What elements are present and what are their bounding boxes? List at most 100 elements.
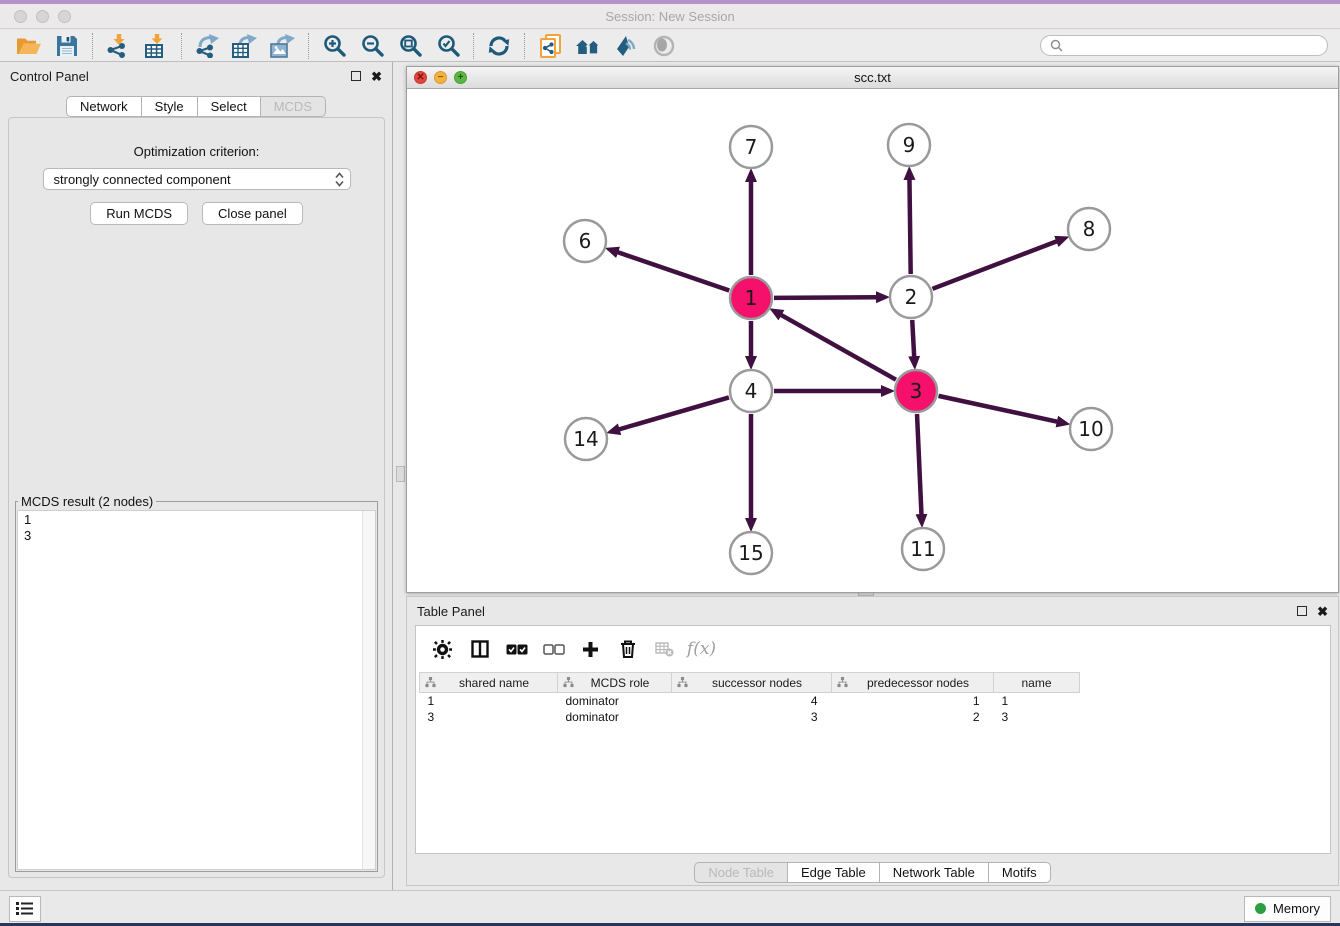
import-network-button[interactable] [99, 31, 137, 61]
zoom-out-button[interactable] [353, 31, 391, 61]
graph-edge-2-3[interactable] [912, 320, 914, 357]
zoom-selected-button[interactable] [429, 31, 467, 61]
graph-node-15[interactable]: 15 [730, 532, 772, 574]
export-table-button[interactable] [226, 31, 264, 61]
graph-node-2[interactable]: 2 [890, 276, 932, 318]
clone-network-button[interactable] [531, 31, 569, 61]
result-scrollbar[interactable] [362, 511, 375, 869]
tab-network-table[interactable]: Network Table [880, 862, 989, 883]
float-table-panel-icon[interactable] [1297, 606, 1307, 616]
tab-network[interactable]: Network [66, 96, 142, 117]
table-cell: 3 [994, 709, 1080, 725]
show-columns-button[interactable] [461, 630, 498, 668]
graph-node-14[interactable]: 14 [565, 418, 607, 460]
graph-edge-4-14[interactable] [619, 397, 729, 429]
optimization-criterion-label: Optimization criterion: [9, 144, 384, 159]
graph-node-9[interactable]: 9 [888, 124, 930, 166]
table-cell: dominator [558, 693, 672, 709]
mcds-result-text[interactable]: 1 3 [17, 510, 376, 870]
select-all-rows-button[interactable] [498, 630, 535, 668]
node-table: shared name MCDS role successor nodes pr… [419, 672, 1080, 725]
graph-node-6[interactable]: 6 [564, 220, 606, 262]
zoom-in-button[interactable] [315, 31, 353, 61]
apply-layout-button[interactable] [480, 31, 518, 61]
graph-edge-3-1[interactable] [781, 315, 896, 380]
table-row[interactable]: 1dominator411 [420, 693, 1080, 709]
export-image-button[interactable] [264, 31, 302, 61]
float-panel-icon[interactable] [351, 71, 361, 81]
graph-edge-2-8[interactable] [932, 241, 1057, 289]
graph-node-1[interactable]: 1 [730, 277, 772, 319]
column-header-successor-nodes[interactable]: successor nodes [672, 673, 832, 693]
graph-node-10[interactable]: 10 [1070, 408, 1112, 450]
memory-label: Memory [1273, 901, 1320, 916]
plus-icon [582, 641, 599, 658]
network-canvas[interactable]: 7 9 6 8 1 2 4 3 14 10 15 11 [407, 89, 1338, 592]
close-table-panel-icon[interactable]: ✖ [1317, 605, 1328, 618]
memory-button[interactable]: Memory [1244, 896, 1331, 922]
vertical-splitter-handle[interactable] [396, 466, 405, 482]
export-network-button[interactable] [188, 31, 226, 61]
tab-style[interactable]: Style [142, 96, 198, 117]
import-table-button[interactable] [137, 31, 175, 61]
column-header-predecessor-nodes[interactable]: predecessor nodes [832, 673, 994, 693]
graph-edge-2-9[interactable] [909, 179, 910, 274]
tab-edge-table[interactable]: Edge Table [788, 862, 880, 883]
tab-select[interactable]: Select [198, 96, 261, 117]
mcds-result-title: MCDS result (2 nodes) [18, 494, 156, 509]
workspace-area: ✕ − + scc.txt 7968124314101511 Table [394, 62, 1340, 890]
task-history-button[interactable] [9, 896, 41, 922]
delete-table-button[interactable] [646, 630, 683, 668]
save-session-button[interactable] [48, 31, 86, 61]
network-zoom-button[interactable]: + [454, 71, 467, 84]
graph-edge-1-6[interactable] [617, 252, 729, 290]
tab-motifs[interactable]: Motifs [989, 862, 1051, 883]
table-cell: dominator [558, 709, 672, 725]
column-header-mcds-role[interactable]: MCDS role [558, 673, 672, 693]
criterion-dropdown[interactable]: strongly connected component [43, 168, 351, 190]
close-window-button[interactable] [14, 10, 27, 23]
list-icon [16, 901, 34, 916]
graph-node-4[interactable]: 4 [730, 370, 772, 412]
maximize-window-button[interactable] [58, 10, 71, 23]
function-builder-button[interactable]: f(x) [683, 630, 720, 668]
add-column-button[interactable] [572, 630, 609, 668]
graph-node-3[interactable]: 3 [895, 370, 937, 412]
eye-disabled-icon [653, 35, 675, 57]
network-minimize-button[interactable]: − [434, 71, 447, 84]
open-session-button[interactable] [10, 31, 48, 61]
graph-edge-3-11[interactable] [917, 414, 921, 515]
graph-node-8[interactable]: 8 [1068, 208, 1110, 250]
floppy-disk-icon [56, 35, 78, 57]
unchecked-boxes-icon [543, 644, 565, 655]
toggle-graphics-details-button[interactable] [607, 31, 645, 61]
deselect-all-rows-button[interactable] [535, 630, 572, 668]
table-row[interactable]: 3dominator323 [420, 709, 1080, 725]
application-window: Session: New Session [0, 0, 1340, 926]
tab-mcds[interactable]: MCDS [261, 96, 326, 117]
graph-node-7[interactable]: 7 [730, 126, 772, 168]
birds-eye-view-button[interactable] [645, 31, 683, 61]
node-label: 9 [903, 133, 916, 157]
zoom-fit-button[interactable] [391, 31, 429, 61]
checked-boxes-icon [506, 644, 528, 655]
delete-column-button[interactable] [609, 630, 646, 668]
minimize-window-button[interactable] [36, 10, 49, 23]
network-close-button[interactable]: ✕ [414, 71, 427, 84]
main-titlebar: Session: New Session [0, 4, 1340, 29]
control-panel-tabs: Network Style Select MCDS [0, 96, 392, 117]
graph-node-11[interactable]: 11 [902, 528, 944, 570]
run-mcds-button[interactable]: Run MCDS [90, 202, 188, 225]
column-header-shared-name[interactable]: shared name [420, 673, 558, 693]
table-settings-button[interactable] [424, 630, 461, 668]
close-panel-icon[interactable]: ✖ [371, 70, 382, 83]
graph-edge-1-2[interactable] [774, 297, 877, 298]
close-panel-button[interactable]: Close panel [202, 202, 303, 225]
table-cell: 4 [672, 693, 832, 709]
graph-edge-3-10[interactable] [938, 396, 1057, 422]
search-input[interactable] [1069, 39, 1318, 53]
tab-node-table[interactable]: Node Table [694, 862, 788, 883]
column-header-name[interactable]: name [994, 673, 1080, 693]
network-overview-button[interactable] [569, 31, 607, 61]
global-search[interactable] [1040, 35, 1328, 56]
